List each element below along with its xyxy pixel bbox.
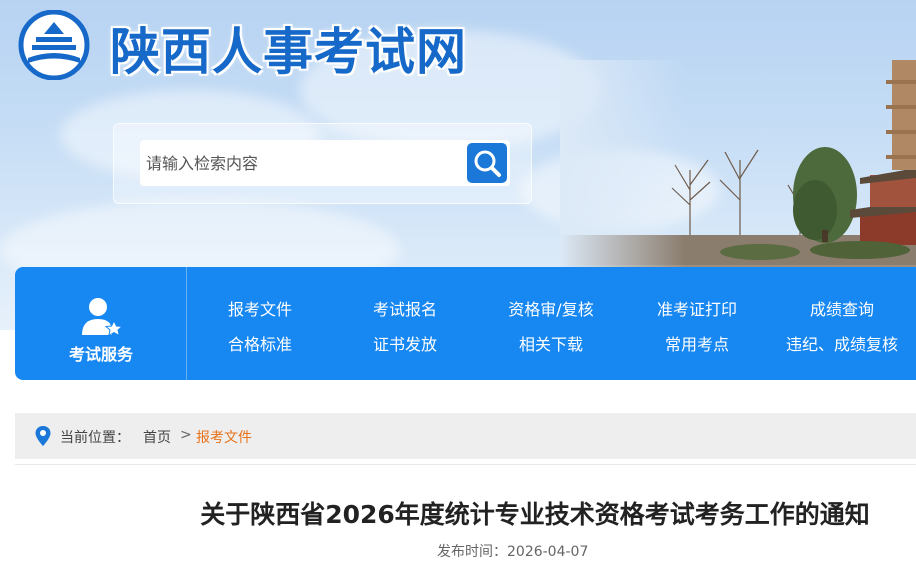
breadcrumb-current[interactable]: 报考文件 bbox=[196, 427, 252, 447]
main-nav: 考试服务 报考文件 考试报名 资格审/复核 准考证打印 成绩查询 合格标准 证书… bbox=[15, 267, 916, 380]
search-input[interactable] bbox=[140, 140, 510, 186]
article-publish-date: 发布时间：2026-04-07 bbox=[437, 541, 588, 561]
publish-date-label: 发布时间： bbox=[437, 544, 507, 560]
nav-link-pass-standard[interactable]: 合格标准 bbox=[190, 331, 330, 355]
article-title: 关于陕西省2026年度统计专业技术资格考试考务工作的通知 bbox=[200, 500, 870, 529]
nav-link-violation-review[interactable]: 违纪、成绩复核 bbox=[772, 331, 912, 355]
location-pin-icon bbox=[35, 426, 51, 446]
nav-link-downloads[interactable]: 相关下载 bbox=[481, 331, 621, 355]
exam-service-label: 考试服务 bbox=[68, 345, 133, 364]
nav-link-score-query[interactable]: 成绩查询 bbox=[772, 296, 912, 320]
breadcrumb-home-link[interactable]: 首页 bbox=[143, 427, 171, 447]
article-container: 关于陕西省2026年度统计专业技术资格考试考务工作的通知 发布时间：2026-0… bbox=[15, 464, 916, 563]
nav-link-exam-registration[interactable]: 考试报名 bbox=[335, 296, 475, 320]
user-star-icon bbox=[82, 298, 124, 337]
nav-link-exam-sites[interactable]: 常用考点 bbox=[627, 331, 767, 355]
breadcrumb: 当前位置： 首页 > 报考文件 bbox=[15, 413, 916, 459]
nav-link-qualification-review[interactable]: 资格审/复核 bbox=[481, 296, 621, 320]
search-icon bbox=[474, 150, 501, 177]
nav-link-registration-docs[interactable]: 报考文件 bbox=[190, 296, 330, 320]
site-title: 陕西人事考试网 bbox=[110, 23, 467, 81]
exam-service-block: 考试服务 bbox=[15, 267, 187, 380]
pagoda-emblem-icon bbox=[18, 10, 90, 80]
publish-date-value: 2026-04-07 bbox=[507, 544, 589, 560]
breadcrumb-separator: > bbox=[180, 427, 192, 443]
search-button[interactable] bbox=[467, 143, 507, 183]
breadcrumb-prefix: 当前位置： bbox=[60, 430, 130, 446]
nav-link-admission-ticket[interactable]: 准考证打印 bbox=[627, 296, 767, 320]
nav-link-certificate-issue[interactable]: 证书发放 bbox=[335, 331, 475, 355]
